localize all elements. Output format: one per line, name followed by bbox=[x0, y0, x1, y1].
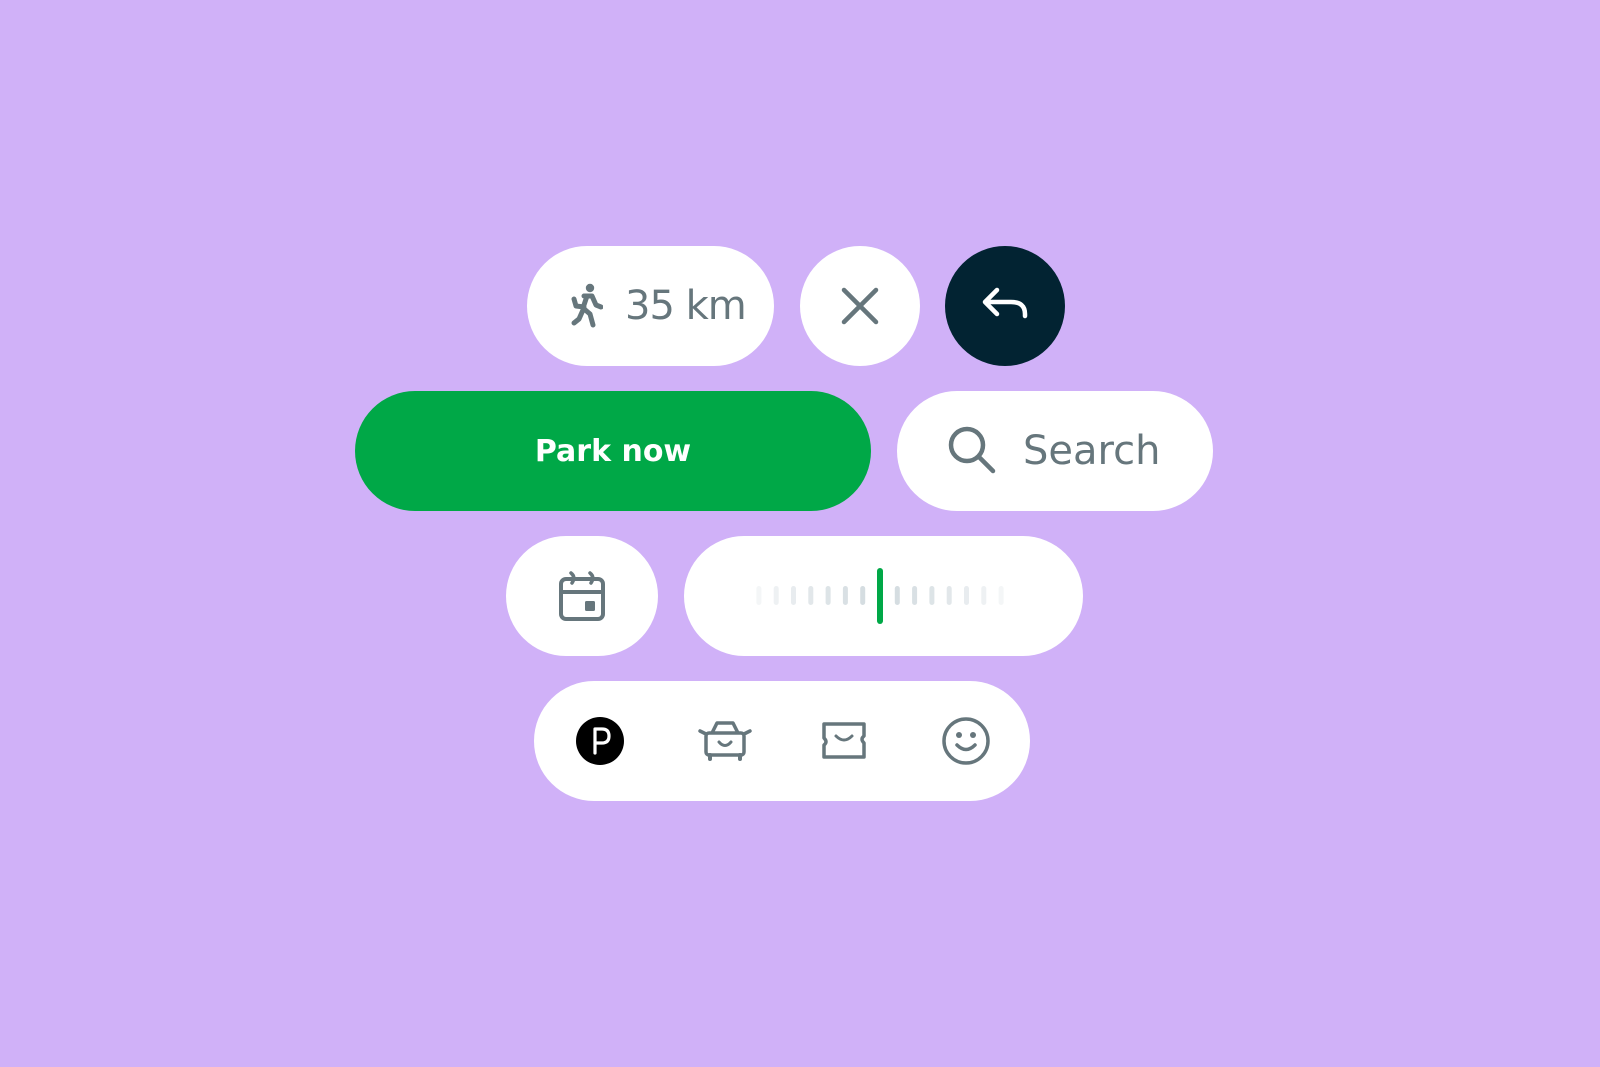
smiley-icon bbox=[941, 716, 991, 766]
undo-arrow-icon bbox=[981, 286, 1029, 326]
slider-tick bbox=[929, 586, 935, 605]
nav-item-tickets[interactable] bbox=[820, 717, 868, 765]
distance-chip[interactable]: 35 km bbox=[527, 246, 774, 366]
car-icon bbox=[698, 717, 752, 765]
slider-tick bbox=[825, 586, 831, 605]
time-slider[interactable] bbox=[684, 536, 1083, 656]
back-button[interactable] bbox=[945, 246, 1065, 366]
calendar-button[interactable] bbox=[506, 536, 658, 656]
search-field[interactable]: Search bbox=[897, 391, 1213, 511]
calendar-icon bbox=[557, 569, 607, 623]
slider-track[interactable] bbox=[684, 536, 1083, 656]
slider-tick bbox=[791, 586, 796, 605]
park-now-label: Park now bbox=[534, 433, 692, 469]
nav-item-vehicles[interactable] bbox=[698, 717, 752, 765]
slider-tick bbox=[981, 586, 987, 605]
ticket-icon bbox=[819, 719, 869, 763]
search-icon bbox=[947, 425, 999, 477]
slider-tick bbox=[946, 586, 952, 605]
search-placeholder: Search bbox=[1023, 428, 1161, 474]
close-icon bbox=[840, 286, 880, 326]
slider-tick bbox=[773, 586, 779, 605]
slider-tick bbox=[756, 586, 762, 605]
slider-tick bbox=[842, 586, 848, 605]
bottom-nav bbox=[534, 681, 1030, 801]
parking-icon bbox=[576, 717, 624, 765]
slider-tick bbox=[808, 586, 814, 605]
slider-tick bbox=[964, 586, 969, 605]
slider-tick bbox=[894, 586, 900, 605]
park-now-button[interactable]: Park now bbox=[355, 391, 871, 511]
slider-tick bbox=[998, 586, 1004, 605]
close-button[interactable] bbox=[800, 246, 920, 366]
slider-tick bbox=[860, 586, 866, 605]
slider-tick bbox=[912, 586, 918, 605]
nav-item-profile[interactable] bbox=[942, 717, 990, 765]
nav-item-parking[interactable] bbox=[576, 717, 624, 765]
walking-person-icon bbox=[569, 283, 603, 329]
slider-handle[interactable] bbox=[877, 568, 883, 624]
distance-label: 35 km bbox=[625, 283, 747, 329]
